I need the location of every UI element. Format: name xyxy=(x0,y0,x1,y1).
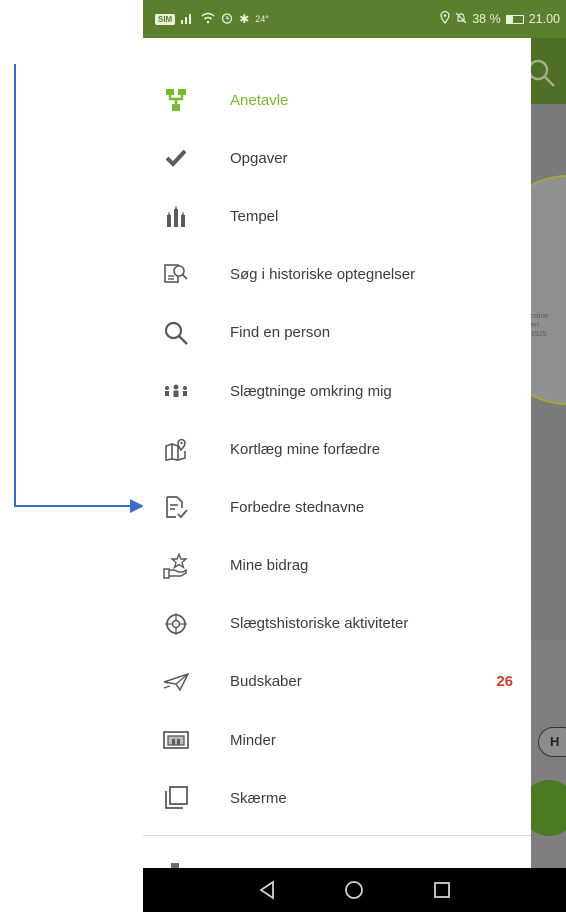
annotation-arrow-head xyxy=(130,499,144,513)
mute-icon xyxy=(455,12,467,27)
menu-item-tempel[interactable]: Tempel xyxy=(143,187,531,245)
menu-item-slaegtshistoriske-aktiviteter[interactable]: Slægtshistoriske aktiviteter xyxy=(143,595,531,653)
document-check-icon xyxy=(163,494,189,520)
map-pin-icon xyxy=(163,436,189,462)
checkmark-icon xyxy=(163,145,189,171)
hand-star-icon xyxy=(163,552,189,579)
home-icon[interactable] xyxy=(339,875,369,905)
screens-icon xyxy=(163,785,189,811)
menu-item-label: Slægtshistoriske aktiviteter xyxy=(230,615,409,633)
menu-item-label: Slægtninge omkring mig xyxy=(230,382,392,400)
filter-chip: H xyxy=(538,727,566,757)
photo-icon xyxy=(163,727,189,753)
search-icon xyxy=(163,320,189,346)
menu-item-label: Kortlæg mine forfædre xyxy=(230,440,381,458)
menu-item-label: Find en person xyxy=(230,324,331,342)
temperature-value: 24° xyxy=(255,14,269,24)
navigation-drawer: Anetavle Opgaver Tempel Søg i historiske… xyxy=(143,38,531,871)
clock-time: 21.00 xyxy=(528,12,560,26)
battery-icon xyxy=(505,14,524,24)
drawer-divider xyxy=(143,835,531,836)
menu-item-find-en-person[interactable]: Find en person xyxy=(143,304,531,362)
menu-item-skaerme[interactable]: Skærme xyxy=(143,769,531,827)
paper-plane-icon xyxy=(163,669,189,695)
menu-item-label: Mine bidrag xyxy=(230,557,309,575)
menu-item-opgaver[interactable]: Opgaver xyxy=(143,129,531,187)
menu-item-anetavle[interactable]: Anetavle xyxy=(143,71,531,129)
battery-percent: 38 % xyxy=(472,12,501,26)
people-icon xyxy=(163,378,189,404)
menu-item-label: Søg i historiske optegnelser xyxy=(230,266,416,284)
alarm-icon xyxy=(221,12,233,27)
menu-item-mine-bidrag[interactable]: Mine bidrag xyxy=(143,537,531,595)
fan-chart-person-text: rstine en 1925 xyxy=(531,313,549,338)
wifi-icon xyxy=(201,12,215,27)
temple-icon xyxy=(163,203,189,229)
signal-icon xyxy=(181,12,195,27)
recents-icon[interactable] xyxy=(427,875,457,905)
menu-item-label: Forbedre stednavne xyxy=(230,498,365,516)
menu-item-kortlaeg-mine-forfaedre[interactable]: Kortlæg mine forfædre xyxy=(143,420,531,478)
menu-item-label: Budskaber xyxy=(230,673,302,691)
menu-item-minder[interactable]: Minder xyxy=(143,711,531,769)
menu-item-budskaber[interactable]: Budskaber 26 xyxy=(143,653,531,711)
compass-icon xyxy=(163,611,189,637)
sim-icon: SIM xyxy=(155,13,176,25)
status-bar: SIM ✱ 24° 38 % 21.00 xyxy=(143,0,566,38)
annotation-arrow-line-vertical xyxy=(14,64,16,506)
menu-item-label: Minder xyxy=(230,731,276,749)
tree-icon xyxy=(163,87,189,113)
unread-count-badge: 26 xyxy=(496,673,513,691)
bluetooth-icon: ✱ xyxy=(239,12,250,26)
phone-screen: SIM ✱ 24° 38 % 21.00 rstine en 1925 H An… xyxy=(143,0,566,912)
search-records-icon xyxy=(163,262,189,288)
annotation-arrow-line-horizontal xyxy=(14,505,132,507)
back-icon[interactable] xyxy=(252,875,282,905)
menu-item-forbedre-stednavne[interactable]: Forbedre stednavne xyxy=(143,478,531,536)
menu-item-label: Opgaver xyxy=(230,149,288,167)
drawer-menu: Anetavle Opgaver Tempel Søg i historiske… xyxy=(143,71,531,827)
system-navigation-bar xyxy=(143,868,566,912)
menu-item-slaegtninge-omkring-mig[interactable]: Slægtninge omkring mig xyxy=(143,362,531,420)
menu-item-label: Anetavle xyxy=(230,91,289,109)
menu-item-label: Tempel xyxy=(230,207,279,225)
menu-item-label: Skærme xyxy=(230,789,287,807)
location-icon xyxy=(440,10,450,27)
menu-item-soeg-historiske-optegnelser[interactable]: Søg i historiske optegnelser xyxy=(143,246,531,304)
